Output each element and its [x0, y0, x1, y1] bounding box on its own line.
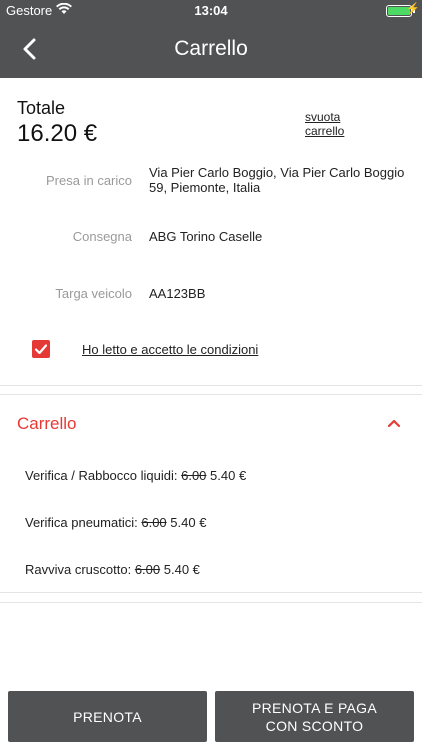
cart-item-old-price: 6.00 [134, 562, 161, 577]
cart-item: Verifica / Rabbocco liquidi: 6.00 5.40 € [25, 468, 246, 483]
chevron-up-icon[interactable] [386, 416, 402, 428]
delivery-value: ABG Torino Caselle [149, 229, 263, 244]
status-bar: Gestore 13:04 ⚡ [0, 0, 422, 20]
nav-bar: Carrello [0, 20, 422, 78]
divider [0, 592, 422, 593]
divider [0, 602, 422, 603]
terms-checkbox[interactable] [32, 340, 50, 358]
pickup-value: Via Pier Carlo Boggio, Via Pier Carlo Bo… [149, 165, 405, 195]
book-button[interactable]: PRENOTA [8, 691, 207, 742]
charging-icon: ⚡ [406, 3, 420, 15]
page-title: Carrello [174, 37, 248, 60]
book-and-pay-button[interactable]: PRENOTA E PAGA CON SCONTO [215, 691, 414, 742]
clear-cart-link[interactable]: svuota carrello [305, 110, 365, 138]
pickup-label: Presa in carico [46, 173, 132, 188]
plate-value: AA123BB [149, 286, 206, 301]
plate-label: Targa veicolo [55, 286, 132, 301]
cart-item-old-price: 6.00 [181, 468, 207, 483]
cart-item-old-price: 6.00 [141, 515, 167, 530]
clock: 13:04 [194, 3, 228, 18]
delivery-label: Consegna [72, 229, 132, 244]
cart-item: Verifica pneumatici: 6.00 5.40 € [25, 515, 206, 530]
checkmark-icon [34, 344, 48, 355]
divider [0, 385, 422, 386]
total-value: 16.20 € [17, 120, 98, 147]
terms-link[interactable]: Ho letto e accetto le condizioni [82, 342, 258, 357]
cart-item-price: 5.40 € [210, 468, 247, 483]
total-label: Totale [17, 98, 66, 118]
cart-item-price: 5.40 € [170, 515, 207, 530]
cart-item: Ravviva cruscotto: 6.00 5.40 € [25, 562, 200, 577]
cart-item-name: Verifica pneumatici: [25, 515, 138, 530]
cart-item-name: Verifica / Rabbocco liquidi: [25, 468, 178, 483]
cart-section-title[interactable]: Carrello [17, 414, 77, 434]
cart-item-price: 5.40 € [163, 562, 200, 577]
divider [0, 394, 422, 395]
cart-item-name: Ravviva cruscotto: [25, 562, 132, 577]
